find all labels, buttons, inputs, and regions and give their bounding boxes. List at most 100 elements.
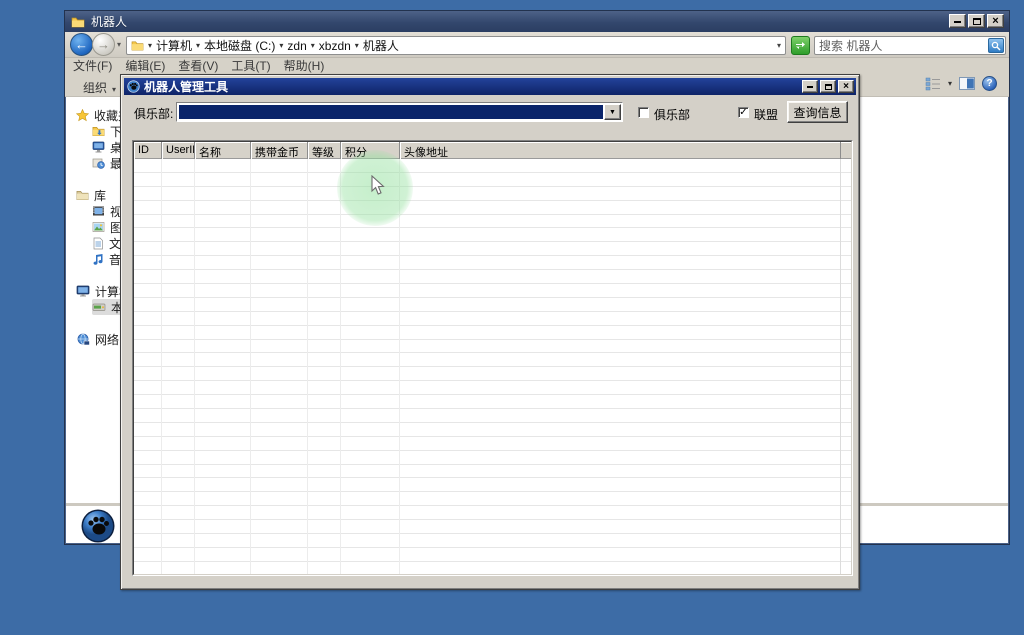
menu-item[interactable]: 查看(V) (178, 57, 218, 74)
table-row (134, 312, 851, 326)
table-row (134, 242, 851, 257)
column-header-头像地址[interactable]: 头像地址 (400, 142, 841, 159)
recent-pages-chevron-icon[interactable]: ▾ (117, 40, 121, 49)
organize-button[interactable]: 组织 ▾ (77, 77, 122, 98)
dialog-minimize-button[interactable] (802, 80, 818, 93)
close-button[interactable]: × (987, 14, 1004, 28)
sidebar-group-网络[interactable]: 网络 (76, 331, 119, 347)
table-row (134, 215, 851, 229)
minimize-icon (954, 17, 961, 23)
preview-pane-button[interactable] (959, 77, 975, 90)
library-icon (76, 189, 89, 201)
maximize-button[interactable] (968, 14, 985, 28)
table-row (134, 437, 851, 451)
address-bar[interactable]: ▾ 计算机 ▾ 本地磁盘 (C:) ▾ zdn ▾ xbzdn ▾ 机器人 ▾ (126, 36, 786, 55)
column-header-等级[interactable]: 等级 (308, 142, 341, 159)
table-grid-line (340, 159, 341, 574)
minimize-button[interactable] (949, 14, 966, 28)
table-row (134, 340, 851, 354)
dialog-titlebar[interactable]: 机器人管理工具 × (124, 78, 856, 95)
breadcrumb-item[interactable]: xbzdn (319, 39, 351, 53)
selected-file-paw-icon (80, 508, 116, 544)
breadcrumb-item[interactable]: zdn (287, 39, 306, 53)
dialog-close-button[interactable]: × (838, 80, 854, 93)
paw-icon (127, 80, 140, 93)
club-checkbox[interactable] (638, 107, 649, 118)
table-row (134, 173, 851, 187)
change-view-button[interactable] (925, 77, 941, 91)
table-row (134, 451, 851, 465)
back-arrow-icon: ← (75, 37, 88, 52)
dialog-maximize-button[interactable] (820, 80, 836, 93)
table-row (134, 159, 851, 173)
breadcrumb-item[interactable]: 机器人 (363, 37, 399, 54)
table-row (134, 270, 851, 285)
views-icon (925, 77, 940, 90)
sidebar-group-label: 网络 (95, 332, 120, 347)
table-header-row: IDUserID名称携带金币等级积分头像地址 (134, 142, 851, 159)
menu-item[interactable]: 编辑(E) (125, 57, 165, 74)
breadcrumb-item[interactable]: 计算机 (156, 37, 192, 54)
menu-item[interactable]: 帮助(H) (284, 57, 325, 74)
table-grid-line (840, 159, 841, 574)
table-row (134, 353, 851, 368)
star-icon (76, 108, 89, 122)
union-checkbox-label: 联盟 (754, 108, 779, 122)
recent-places-icon (92, 157, 105, 169)
column-header-携带金币[interactable]: 携带金币 (251, 142, 308, 159)
table-grid-line (307, 159, 308, 574)
breadcrumb-item[interactable]: 本地磁盘 (C:) (204, 37, 275, 54)
union-checkbox[interactable]: ✓ (738, 107, 749, 118)
explorer-titlebar[interactable]: 机器人 × (65, 11, 1009, 32)
menu-item[interactable]: 文件(F) (73, 57, 112, 74)
breadcrumb-separator-icon[interactable]: ▾ (355, 41, 359, 50)
music-icon (92, 253, 104, 266)
disk-icon (92, 301, 106, 313)
breadcrumb-separator-icon[interactable]: ▾ (311, 41, 315, 50)
search-input[interactable] (819, 38, 979, 53)
column-header-filler (841, 142, 851, 159)
column-header-UserID[interactable]: UserID (162, 142, 195, 159)
menu-bar: 文件(F) 编辑(E) 查看(V) 工具(T) 帮助(H) (65, 58, 1009, 73)
table-grid-line (250, 159, 251, 574)
table-body[interactable] (134, 159, 851, 574)
chevron-down-icon: ▼ (609, 108, 616, 116)
search-box (814, 36, 1006, 55)
column-header-名称[interactable]: 名称 (195, 142, 251, 159)
club-combobox[interactable]: ▼ (176, 102, 623, 122)
table-grid-line (161, 159, 162, 574)
forward-button[interactable]: → (92, 33, 115, 56)
folder-icon (131, 40, 144, 51)
menu-item[interactable]: 工具(T) (231, 57, 270, 74)
table-row (134, 423, 851, 437)
breadcrumb-separator-icon[interactable]: ▾ (196, 41, 200, 50)
breadcrumb-separator-icon[interactable]: ▾ (148, 41, 152, 50)
club-label: 俱乐部: (134, 107, 174, 121)
table-row (134, 534, 851, 548)
robot-table-inner: IDUserID名称携带金币等级积分头像地址 (133, 141, 852, 575)
robot-table: IDUserID名称携带金币等级积分头像地址 (132, 140, 853, 576)
query-info-button[interactable]: 查询信息 (787, 101, 848, 123)
window-title: 机器人 (91, 15, 128, 29)
column-header-积分[interactable]: 积分 (341, 142, 400, 159)
search-button[interactable] (988, 38, 1004, 53)
help-icon: ? (986, 78, 993, 89)
table-row (134, 492, 851, 507)
table-row (134, 409, 851, 423)
address-dropdown-icon[interactable]: ▾ (777, 41, 781, 50)
preview-pane-icon (959, 77, 975, 90)
breadcrumb-separator-icon[interactable]: ▾ (279, 41, 283, 50)
table-row (134, 284, 851, 298)
search-icon (991, 41, 1001, 51)
refresh-button[interactable] (791, 36, 810, 55)
combobox-arrow-button[interactable]: ▼ (604, 104, 621, 120)
back-button[interactable]: ← (70, 33, 93, 56)
forward-arrow-icon: → (97, 37, 110, 52)
sidebar-group-库[interactable]: 库 (76, 187, 106, 203)
table-row (134, 367, 851, 382)
views-dropdown-icon[interactable]: ▾ (948, 79, 952, 88)
help-button[interactable]: ? (982, 76, 997, 91)
column-header-ID[interactable]: ID (134, 142, 162, 159)
table-row (134, 187, 851, 201)
download-folder-icon (92, 125, 105, 137)
